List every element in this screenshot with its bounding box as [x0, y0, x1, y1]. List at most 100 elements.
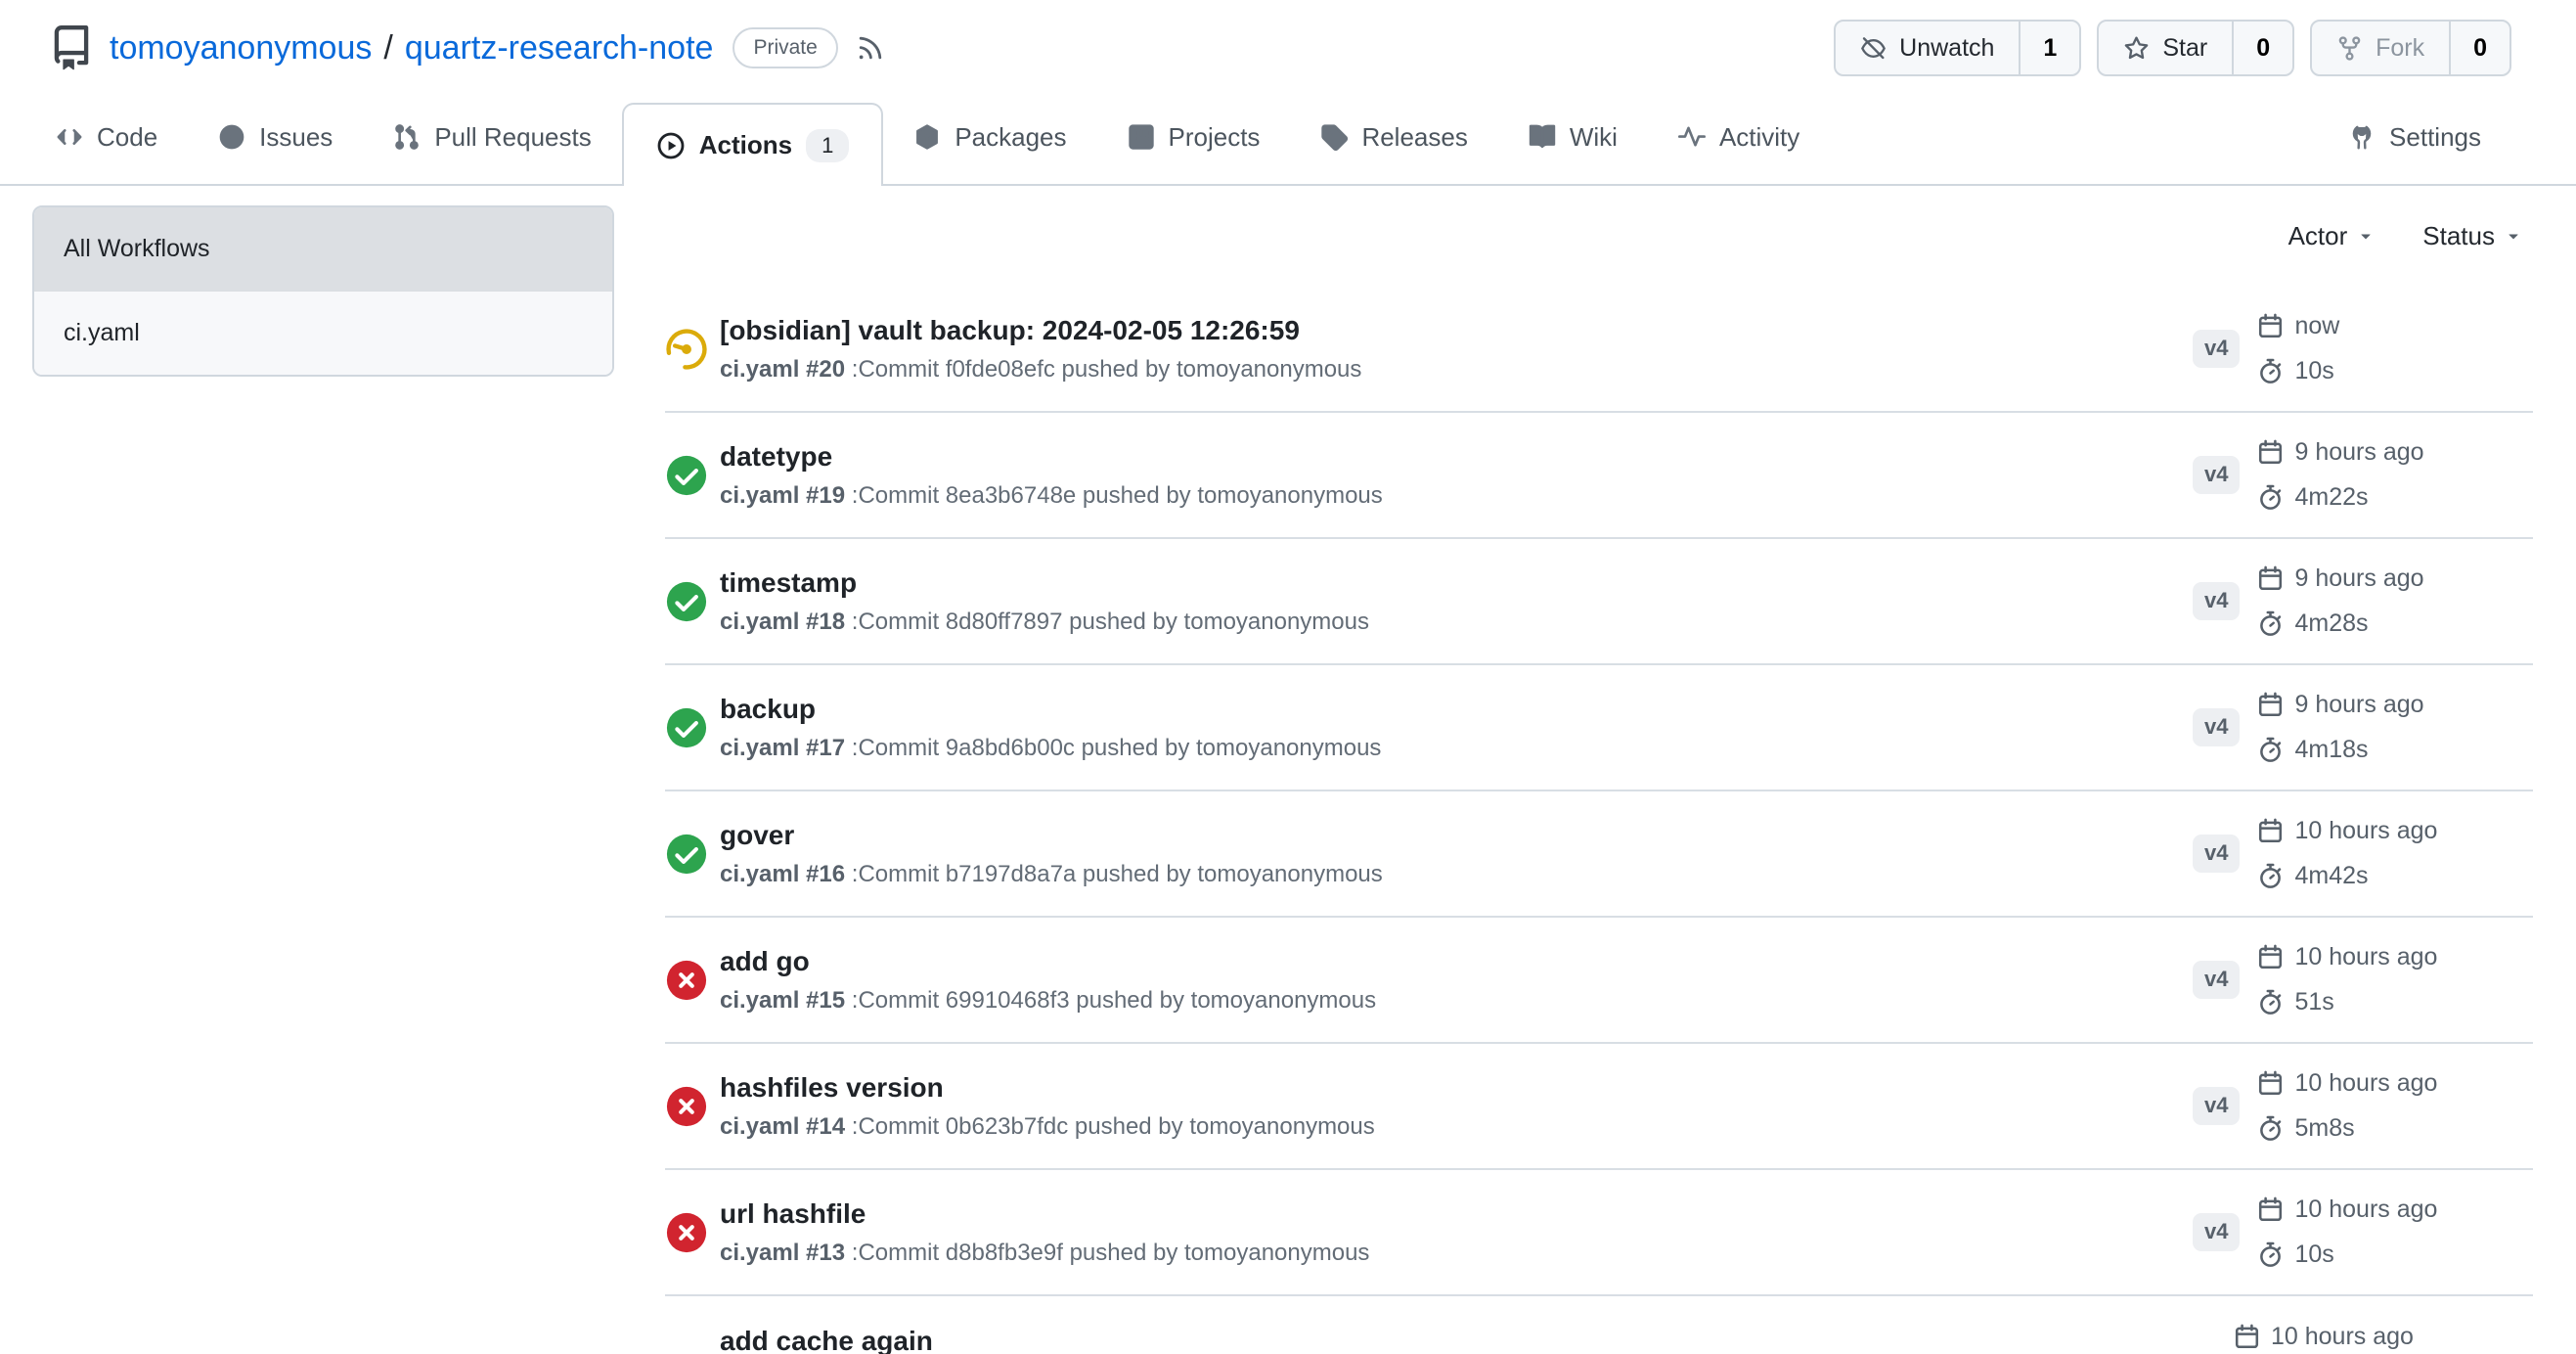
calendar-icon: [2257, 1070, 2284, 1097]
run-time-ago: 10 hours ago: [2271, 1323, 2414, 1351]
run-meta-block: v4 9 hours ago 4m18s: [2193, 683, 2533, 773]
run-workflow-ref: ci.yaml #16: [720, 861, 845, 887]
run-status-icon: [665, 1211, 708, 1254]
tab-wiki[interactable]: Wiki: [1498, 90, 1648, 184]
watchers-count[interactable]: 1: [2019, 22, 2079, 74]
star-icon: [2123, 35, 2150, 62]
run-duration: 4m28s: [2294, 609, 2368, 638]
repo-owner-link[interactable]: tomoyanonymous: [110, 29, 372, 68]
workflow-run-row[interactable]: datetype ci.yaml #19 :Commit 8ea3b6748e …: [665, 413, 2533, 539]
version-badge: v4: [2193, 456, 2240, 493]
run-workflow-ref: ci.yaml #19: [720, 482, 845, 509]
tab-settings-label: Settings: [2389, 122, 2481, 153]
calendar-icon: [2257, 818, 2284, 844]
run-title-link[interactable]: gover: [720, 818, 2193, 853]
stopwatch-icon: [2257, 358, 2284, 384]
failure-x-icon: [665, 1211, 708, 1254]
workflow-run-row[interactable]: hashfiles version ci.yaml #14 :Commit 0b…: [665, 1044, 2533, 1170]
fork-button-group: Fork 0: [2310, 20, 2511, 76]
repo-name-link[interactable]: quartz-research-note: [405, 29, 714, 68]
workflow-run-row[interactable]: add go ci.yaml #15 :Commit 69910468f3 pu…: [665, 918, 2533, 1044]
run-duration: 10s: [2294, 1241, 2333, 1269]
sidebar-item-ci-yaml[interactable]: ci.yaml: [34, 291, 612, 375]
run-duration-line: 10s: [2257, 1233, 2437, 1278]
visibility-badge: Private: [733, 27, 837, 68]
stars-count[interactable]: 0: [2232, 22, 2292, 74]
run-time-ago: 10 hours ago: [2294, 1196, 2437, 1224]
actor-filter-label: Actor: [2288, 221, 2348, 251]
run-commit-desc: :Commit f0fde08efc pushed by tomoyanonym…: [852, 356, 1362, 383]
run-title-link[interactable]: url hashfile: [720, 1196, 2193, 1232]
stopwatch-icon: [2257, 610, 2284, 637]
run-title-link[interactable]: [obsidian] vault backup: 2024-02-05 12:2…: [720, 313, 2193, 348]
run-title-link[interactable]: add go: [720, 944, 2193, 979]
run-commit-desc: :Commit 8d80ff7897 pushed by tomoyanonym…: [852, 609, 1369, 635]
run-status-icon: [665, 328, 708, 371]
version-badge: v4: [2193, 961, 2240, 998]
tab-actions-label: Actions: [699, 130, 792, 160]
repo-book-icon: [49, 25, 94, 70]
run-status-icon: [665, 833, 708, 876]
unwatch-button[interactable]: Unwatch: [1836, 22, 2019, 74]
tab-activity[interactable]: Activity: [1648, 90, 1830, 184]
code-icon: [56, 123, 83, 151]
tab-projects[interactable]: Projects: [1097, 90, 1291, 184]
run-subtitle: ci.yaml #19 :Commit 8ea3b6748e pushed by…: [720, 479, 2193, 512]
workflow-run-row[interactable]: url hashfile ci.yaml #13 :Commit d8b8fb3…: [665, 1170, 2533, 1296]
run-time-ago: 10 hours ago: [2294, 1069, 2437, 1098]
calendar-icon: [2257, 565, 2284, 592]
tab-packages[interactable]: Packages: [883, 90, 1096, 184]
run-filters: Actor Status: [665, 186, 2533, 251]
rss-icon[interactable]: [856, 33, 885, 63]
workflows-sidebar: All Workflows ci.yaml: [32, 205, 614, 377]
stopwatch-icon: [2257, 484, 2284, 511]
run-title-link[interactable]: backup: [720, 692, 2193, 727]
run-title-link[interactable]: hashfiles version: [720, 1070, 2193, 1106]
workflow-run-row[interactable]: [obsidian] vault backup: 2024-02-05 12:2…: [665, 287, 2533, 413]
run-meta-block: v4 now 10s: [2193, 304, 2533, 394]
workflow-run-row[interactable]: gover ci.yaml #16 :Commit b7197d8a7a pus…: [665, 791, 2533, 918]
workflow-run-row[interactable]: timestamp ci.yaml #18 :Commit 8d80ff7897…: [665, 539, 2533, 665]
success-check-icon: [665, 580, 708, 623]
in-progress-spinner-icon: [665, 328, 708, 371]
tab-pull-requests-label: Pull Requests: [434, 122, 591, 153]
tab-settings[interactable]: Settings: [2318, 90, 2511, 184]
run-status-icon: [665, 580, 708, 623]
status-filter-dropdown[interactable]: Status: [2422, 221, 2523, 251]
star-button[interactable]: Star: [2099, 22, 2232, 74]
workflow-run-row[interactable]: add cache again 10 hours ago: [665, 1296, 2533, 1354]
actor-filter-dropdown[interactable]: Actor: [2288, 221, 2376, 251]
run-title-link[interactable]: add cache again: [720, 1324, 2193, 1354]
run-commit-desc: :Commit 0b623b7fdc pushed by tomoyanonym…: [852, 1113, 1375, 1140]
run-date-line: 9 hours ago: [2257, 683, 2423, 728]
fork-button[interactable]: Fork: [2312, 22, 2449, 74]
run-meta-block: v4 10 hours ago 4m42s: [2193, 809, 2533, 899]
run-status-icon: [665, 706, 708, 749]
run-title-link[interactable]: timestamp: [720, 565, 2193, 601]
tab-releases[interactable]: Releases: [1290, 90, 1497, 184]
run-workflow-ref: ci.yaml #17: [720, 735, 845, 761]
forks-count[interactable]: 0: [2449, 22, 2509, 74]
run-subtitle: ci.yaml #16 :Commit b7197d8a7a pushed by…: [720, 858, 2193, 890]
tab-pull-requests[interactable]: Pull Requests: [363, 90, 621, 184]
pull-request-icon: [393, 123, 421, 151]
run-timing: 9 hours ago 4m18s: [2257, 683, 2423, 773]
calendar-icon: [2257, 439, 2284, 466]
tab-code-label: Code: [97, 122, 157, 153]
tab-actions[interactable]: Actions 1: [622, 103, 884, 186]
tab-issues[interactable]: Issues: [188, 90, 363, 184]
calendar-icon: [2257, 1196, 2284, 1223]
run-timing: 9 hours ago 4m28s: [2257, 557, 2423, 647]
version-badge: v4: [2193, 1213, 2240, 1250]
workflow-run-row[interactable]: backup ci.yaml #17 :Commit 9a8bd6b00c pu…: [665, 665, 2533, 791]
run-status-icon: [665, 1085, 708, 1128]
run-workflow-ref: ci.yaml #18: [720, 609, 845, 635]
sidebar-item-all-workflows[interactable]: All Workflows: [34, 207, 612, 291]
tab-wiki-label: Wiki: [1570, 122, 1618, 153]
run-time-ago: 9 hours ago: [2294, 564, 2423, 593]
run-meta-block: 10 hours ago: [2193, 1315, 2533, 1354]
unwatch-label: Unwatch: [1899, 34, 1994, 63]
run-title-link[interactable]: datetype: [720, 439, 2193, 474]
run-subtitle: ci.yaml #18 :Commit 8d80ff7897 pushed by…: [720, 606, 2193, 638]
tab-code[interactable]: Code: [25, 90, 188, 184]
